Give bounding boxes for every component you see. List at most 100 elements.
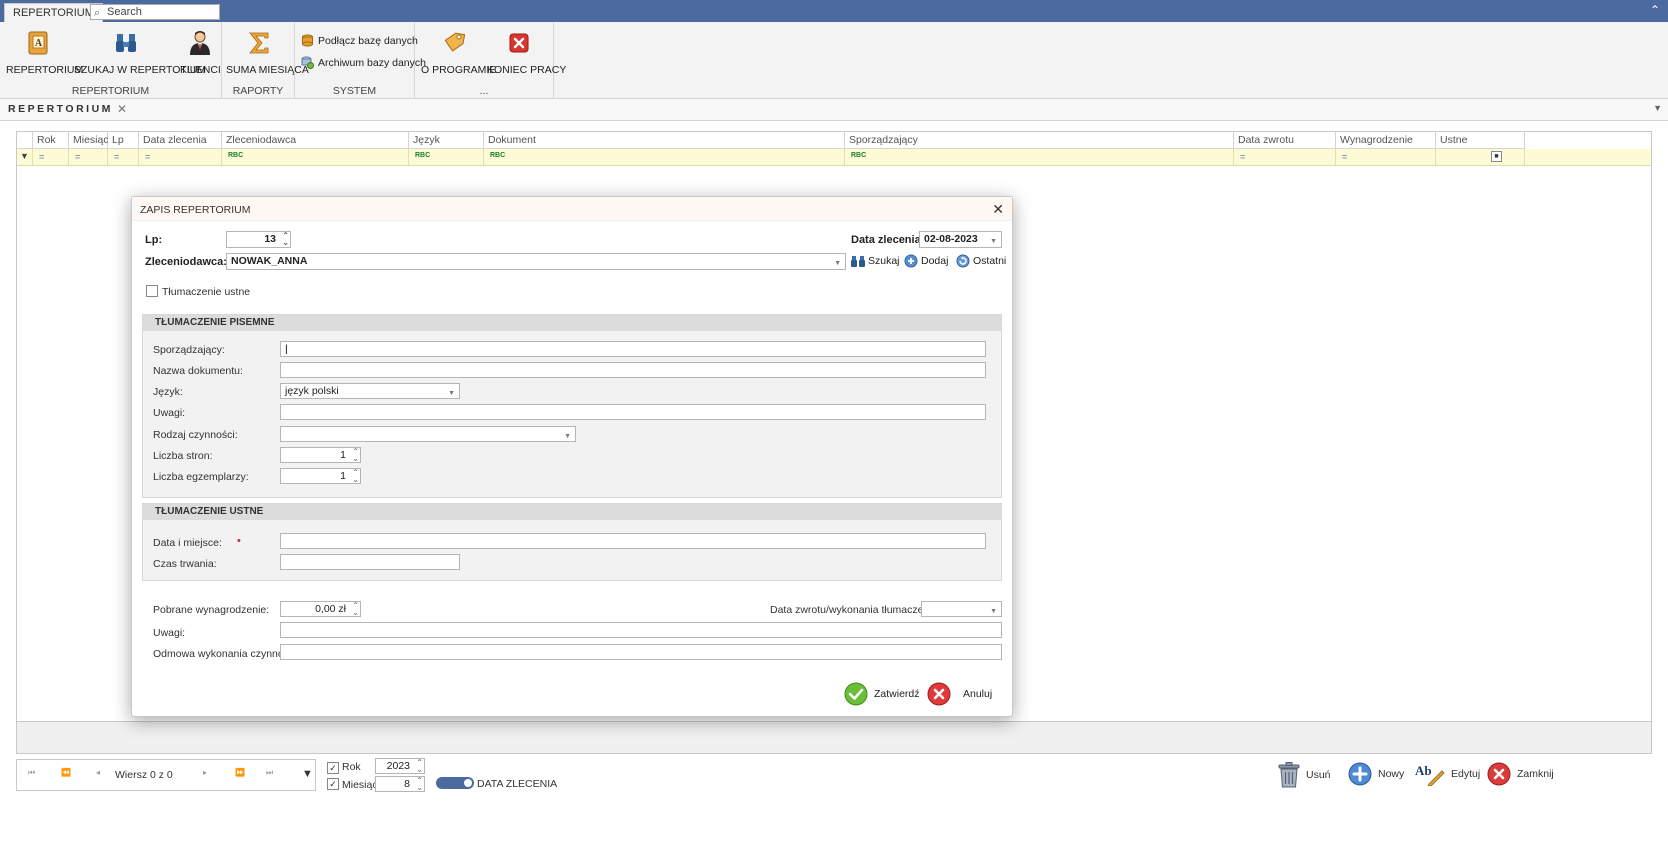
ostatni-button[interactable]: Ostatni [956, 254, 1006, 268]
record-position: Wiersz 0 z 0 [115, 769, 173, 781]
column-header[interactable]: Rok [33, 132, 69, 149]
wynagrodzenie-stepper[interactable]: 0,00 zł ⌃ ⌄ [280, 601, 361, 617]
column-header[interactable]: Sporządzający [845, 132, 1234, 149]
column-header[interactable]: Dokument [484, 132, 845, 149]
koniec-pracy-button[interactable]: KONIEC PRACY [487, 30, 566, 76]
szukaj-button[interactable]: Szukaj [851, 254, 900, 268]
spin-arrows-icon[interactable]: ⌃ ⌄ [352, 602, 359, 617]
filter-cell[interactable]: RBC [484, 149, 845, 166]
first-record-icon[interactable]: ⏮ [28, 768, 35, 778]
spin-arrows-icon[interactable]: ⌃ ⌄ [352, 448, 359, 463]
prev-page-icon[interactable]: ⏪ [61, 768, 71, 777]
last-record-icon[interactable]: ⏭ [266, 768, 273, 778]
data-zlecenia-picker[interactable]: 02-08-2023 ▼ [919, 231, 1002, 248]
search-input[interactable]: ⌕ Search [90, 4, 220, 20]
spin-arrows-icon[interactable]: ⌃ ⌄ [282, 232, 289, 247]
column-header[interactable]: Wynagrodzenie [1336, 132, 1436, 149]
archiwum-bazy-button[interactable]: Archiwum bazy danych [301, 56, 426, 69]
trash-icon [1278, 762, 1300, 788]
edytuj-button[interactable]: Ab Edytuj [1415, 762, 1480, 786]
filter-icon[interactable]: ▼ [302, 768, 313, 780]
filter-cell[interactable]: = [1234, 149, 1336, 166]
zatwierdz-button[interactable]: Zatwierdź [844, 682, 920, 706]
dropdown-arrow-icon[interactable]: ▼ [448, 387, 455, 401]
contains-filter-icon: RBC [415, 152, 431, 159]
next-record-icon[interactable]: ▸ [203, 768, 207, 777]
spin-arrows-icon[interactable]: ⌃ ⌄ [416, 759, 423, 774]
ustne-filter-checkbox[interactable]: ■ [1491, 151, 1502, 162]
column-header[interactable]: Ustne [1436, 132, 1525, 149]
client-icon [187, 30, 213, 56]
tabs-dropdown-icon[interactable]: ▼ [1653, 103, 1662, 113]
filter-cell[interactable]: ■ [1436, 149, 1525, 166]
anuluj-button[interactable]: Anuluj [927, 682, 992, 706]
ribbon-group-label: RAPORTY [232, 85, 284, 97]
sigma-icon [246, 30, 272, 56]
tab-repertorium[interactable]: REPERTORIUM [8, 103, 113, 115]
dropdown-arrow-icon[interactable]: ▼ [564, 430, 571, 444]
liczba-stron-value: 1 [340, 449, 346, 461]
klienci-button[interactable]: KLIENCI [180, 30, 221, 76]
spin-arrows-icon[interactable]: ⌃ ⌄ [416, 777, 423, 792]
zleceniodawca-select[interactable]: NOWAK_ANNA ▼ [226, 253, 846, 270]
jezyk-select[interactable]: język polski ▼ [280, 383, 460, 399]
usun-button[interactable]: Usuń [1278, 762, 1331, 788]
zamknij-button[interactable]: Zamknij [1487, 762, 1554, 786]
close-tab-icon[interactable]: ✕ [117, 102, 127, 116]
repertorium-button[interactable]: A REPERTORIUM [6, 30, 83, 76]
nazwa-dokumentu-input[interactable] [280, 362, 986, 378]
miesiac-stepper[interactable]: 8 ⌃ ⌄ [375, 776, 425, 792]
liczba-stron-stepper[interactable]: 1 ⌃ ⌄ [280, 447, 361, 463]
column-header[interactable]: Język [409, 132, 484, 149]
filter-cell[interactable]: = [33, 149, 69, 166]
dropdown-arrow-icon[interactable]: ▼ [990, 235, 997, 249]
column-header[interactable]: Miesiąc [69, 132, 109, 149]
data-miejsce-input[interactable] [280, 533, 986, 549]
app-tab[interactable]: REPERTORIUM [4, 3, 103, 22]
filter-icon[interactable]: ▼ [20, 151, 29, 161]
svg-text:A: A [35, 38, 43, 49]
binoculars-icon [113, 30, 139, 56]
miesiac-checkbox[interactable]: ✓ [327, 778, 339, 790]
nowy-button[interactable]: Nowy [1348, 762, 1404, 786]
column-header[interactable]: Data zlecenia [139, 132, 222, 149]
liczba-egzemplarzy-stepper[interactable]: 1 ⌃ ⌄ [280, 468, 361, 484]
tlumaczenie-ustne-checkbox[interactable] [146, 285, 158, 297]
filter-cell[interactable]: RBC [845, 149, 1234, 166]
podlacz-baze-button[interactable]: Podłącz bazę danych [301, 34, 418, 47]
prev-record-icon[interactable]: ◂ [96, 768, 100, 777]
rodzaj-czynnosci-select[interactable]: ▼ [280, 426, 576, 442]
wynagrodzenie-value: 0,00 zł [315, 603, 346, 615]
filter-cell[interactable]: RBC [222, 149, 409, 166]
next-page-icon[interactable]: ⏩ [235, 768, 245, 777]
column-header[interactable]: Zleceniodawca [222, 132, 409, 149]
sporzadzajacy-input[interactable]: | [280, 341, 986, 357]
collapse-ribbon-icon[interactable]: ⌃ [1650, 3, 1660, 17]
szukaj-repertorium-button[interactable]: SZUKAJ W REPERTOTIUM [74, 30, 206, 76]
rok-stepper[interactable]: 2023 ⌃ ⌄ [375, 758, 425, 774]
o-programie-button[interactable]: O PROGRAMIE [421, 30, 496, 76]
close-icon[interactable]: ✕ [992, 201, 1004, 218]
data-zlecenia-toggle[interactable] [436, 777, 474, 789]
dodaj-button[interactable]: Dodaj [904, 254, 948, 268]
suma-miesiaca-button[interactable]: SUMA MIESIĄCA [226, 30, 309, 76]
filter-cell[interactable]: = [139, 149, 222, 166]
filter-cell[interactable]: = [1336, 149, 1436, 166]
czas-trwania-input[interactable] [280, 554, 460, 570]
rok-checkbox[interactable]: ✓ [327, 762, 339, 774]
lp-stepper[interactable]: 13 ⌃ ⌄ [226, 231, 291, 248]
filter-cell[interactable]: RBC [409, 149, 484, 166]
dropdown-arrow-icon[interactable]: ▼ [990, 605, 997, 619]
uwagi-pisemne-input[interactable] [280, 404, 986, 420]
odmowa-input[interactable] [280, 644, 1002, 660]
column-header[interactable]: Data zwrotu [1234, 132, 1336, 149]
contains-filter-icon: RBC [228, 152, 244, 159]
book-icon: A [25, 30, 51, 56]
filter-cell[interactable]: = [69, 149, 108, 166]
uwagi-input[interactable] [280, 622, 1002, 638]
spin-arrows-icon[interactable]: ⌃ ⌄ [352, 469, 359, 484]
dropdown-arrow-icon[interactable]: ▼ [834, 257, 841, 271]
data-zwrotu-picker[interactable]: ▼ [921, 601, 1002, 617]
column-header[interactable]: Lp [108, 132, 139, 149]
filter-cell[interactable]: = [108, 149, 139, 166]
